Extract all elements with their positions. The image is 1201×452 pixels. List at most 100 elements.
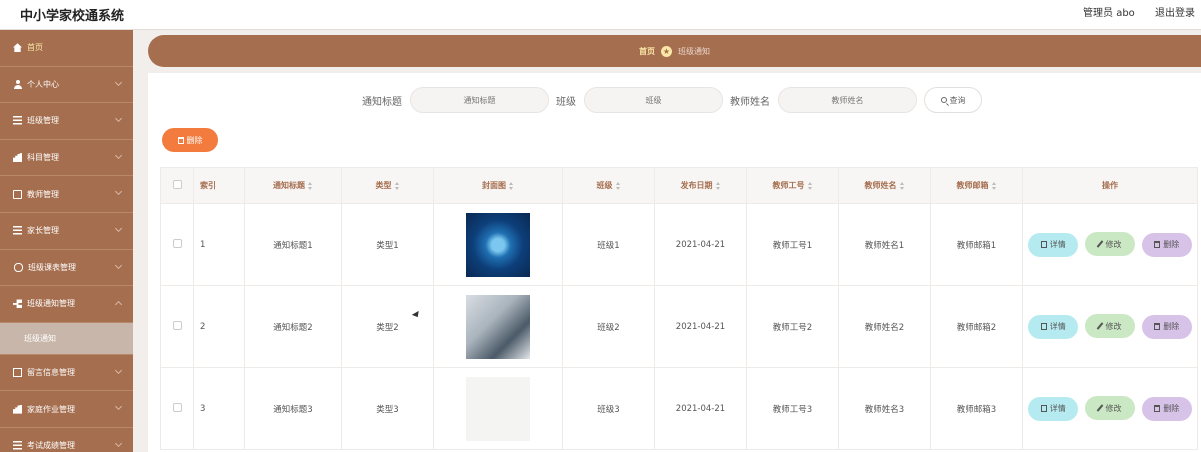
cell-cover [433, 367, 563, 450]
sidebar-item-schedule[interactable]: 班级课表管理 [0, 250, 133, 287]
breadcrumb-home[interactable]: 首页 [639, 46, 655, 57]
header-class[interactable]: 班级 [562, 167, 655, 204]
chevron-down-icon [114, 224, 123, 233]
document-icon [1040, 323, 1047, 331]
header-teacher-email[interactable]: 教师邮箱 [930, 167, 1023, 204]
sidebar: 首页 个人中心 班级管理 科目管理 教师管理 家长管理 班级课表管理 班级通知管… [0, 30, 133, 452]
teacher-filter-input[interactable] [778, 87, 917, 113]
pen-icon [1096, 322, 1103, 330]
header-teacher-name[interactable]: 教师姓名 [838, 167, 931, 204]
sidebar-item-homework[interactable]: 家庭作业管理 [0, 391, 133, 428]
table-row: 3 通知标题3 类型3 班级3 2021-04-21 教师工号3 教师姓名3 教… [160, 367, 1198, 450]
chevron-down-icon [114, 261, 123, 269]
sidebar-item-exam[interactable]: 考试成绩管理 [0, 428, 133, 452]
sidebar-item-subject[interactable]: 科目管理 [0, 140, 133, 177]
detail-button[interactable]: 详情 [1028, 396, 1079, 421]
star-icon: ★ [661, 45, 672, 57]
cell-teacher-name: 教师姓名1 [838, 203, 931, 286]
cell-teacher-no: 教师工号2 [746, 285, 839, 368]
current-user[interactable]: 管理员 abo [1083, 8, 1135, 19]
delete-button[interactable]: 删除 [1141, 314, 1192, 339]
row-checkbox[interactable] [172, 402, 182, 412]
sidebar-item-label: 班级通知管理 [27, 299, 75, 309]
sidebar-subitem-notice[interactable]: 班级通知 [0, 322, 133, 355]
row-checkbox[interactable] [172, 238, 182, 248]
sidebar-item-label: 留言信息管理 [27, 368, 75, 378]
search-button-label: 查询 [949, 95, 966, 105]
sort-icon [715, 181, 721, 190]
sidebar-item-label: 班级管理 [27, 116, 59, 126]
search-bar: 通知标题 班级 教师姓名 查询 [362, 87, 982, 113]
sidebar-item-profile[interactable]: 个人中心 [0, 67, 133, 104]
select-all-checkbox[interactable] [172, 180, 182, 189]
header-actions: 操作 [1022, 167, 1198, 204]
row-select-cell [160, 367, 194, 450]
cell-teacher-name: 教师姓名3 [838, 367, 931, 450]
class-filter-input[interactable] [584, 87, 723, 113]
chevron-down-icon [114, 78, 123, 86]
header-cover[interactable]: 封面图 [433, 167, 563, 204]
app-title: 中小学家校通系统 [20, 9, 125, 24]
batch-delete-button[interactable]: 删除 [162, 128, 218, 152]
edit-button[interactable]: 修改 [1085, 314, 1135, 339]
header-teacher-no[interactable]: 教师工号 [746, 167, 839, 204]
search-button[interactable]: 查询 [924, 87, 982, 113]
breadcrumb-current: 班级通知 [678, 46, 710, 56]
document-icon [1040, 241, 1047, 249]
logout-link[interactable]: 退出登录 [1155, 8, 1195, 19]
header-title[interactable]: 通知标题 [244, 167, 342, 204]
home-icon [13, 43, 22, 53]
sidebar-item-label: 首页 [27, 43, 43, 53]
cell-teacher-email: 教师邮箱1 [930, 203, 1023, 286]
cell-index: 1 [193, 203, 245, 286]
sidebar-item-home[interactable]: 首页 [0, 30, 133, 67]
header-date[interactable]: 发布日期 [654, 167, 747, 204]
content-panel: 通知标题 班级 教师姓名 查询 删除 索引 通知标题 类型 封面图 班级 [148, 73, 1201, 452]
chevron-down-icon [114, 439, 123, 447]
detail-button[interactable]: 详情 [1028, 232, 1079, 257]
cover-image [466, 294, 530, 359]
list-icon [13, 226, 22, 236]
sort-icon [394, 181, 400, 190]
edit-button[interactable]: 修改 [1085, 396, 1135, 421]
header-type[interactable]: 类型 [341, 167, 434, 204]
row-select-cell [160, 203, 194, 286]
chevron-down-icon [114, 366, 123, 374]
table-header-row: 索引 通知标题 类型 封面图 班级 发布日期 教师工号 教师姓名 教师邮箱 操作 [160, 167, 1198, 204]
sidebar-item-label: 班级课表管理 [28, 262, 76, 272]
cell-class: 班级1 [562, 203, 655, 286]
detail-button[interactable]: 详情 [1028, 314, 1079, 339]
user-icon [13, 79, 22, 89]
chevron-down-icon [114, 115, 123, 123]
cell-date: 2021-04-21 [654, 367, 747, 450]
table-row: 1 通知标题1 类型1 班级1 2021-04-21 教师工号1 教师姓名1 教… [160, 203, 1198, 286]
sort-icon [615, 181, 621, 190]
cell-teacher-name: 教师姓名2 [838, 285, 931, 368]
delete-button[interactable]: 删除 [1141, 232, 1192, 257]
trash-icon [1154, 405, 1161, 413]
sidebar-item-parent[interactable]: 家长管理 [0, 213, 133, 250]
delete-button[interactable]: 删除 [1141, 396, 1192, 421]
cell-class: 班级2 [562, 285, 655, 368]
row-select-cell [160, 285, 194, 368]
sidebar-item-label: 个人中心 [27, 79, 59, 89]
row-checkbox[interactable] [172, 320, 182, 330]
chevron-down-icon [114, 188, 123, 196]
cell-actions: 详情 修改 删除 [1022, 367, 1198, 450]
edit-button[interactable]: 修改 [1085, 232, 1135, 257]
cell-cover [433, 285, 563, 368]
sidebar-item-label: 家庭作业管理 [27, 404, 75, 414]
teacher-filter-label: 教师姓名 [730, 96, 770, 108]
cell-teacher-no: 教师工号3 [746, 367, 839, 450]
cell-teacher-email: 教师邮箱3 [930, 367, 1023, 450]
sidebar-item-class[interactable]: 班级管理 [0, 103, 133, 140]
cell-actions: 详情 修改 删除 [1022, 285, 1198, 368]
sidebar-item-notice[interactable]: 班级通知管理 [0, 286, 133, 323]
sidebar-item-message[interactable]: 留言信息管理 [0, 355, 133, 392]
chevron-down-icon [114, 403, 123, 411]
pen-icon [1096, 240, 1103, 248]
list-icon [13, 116, 22, 126]
title-filter-input[interactable] [410, 87, 549, 113]
search-icon [940, 97, 947, 103]
sidebar-item-teacher[interactable]: 教师管理 [0, 176, 133, 213]
